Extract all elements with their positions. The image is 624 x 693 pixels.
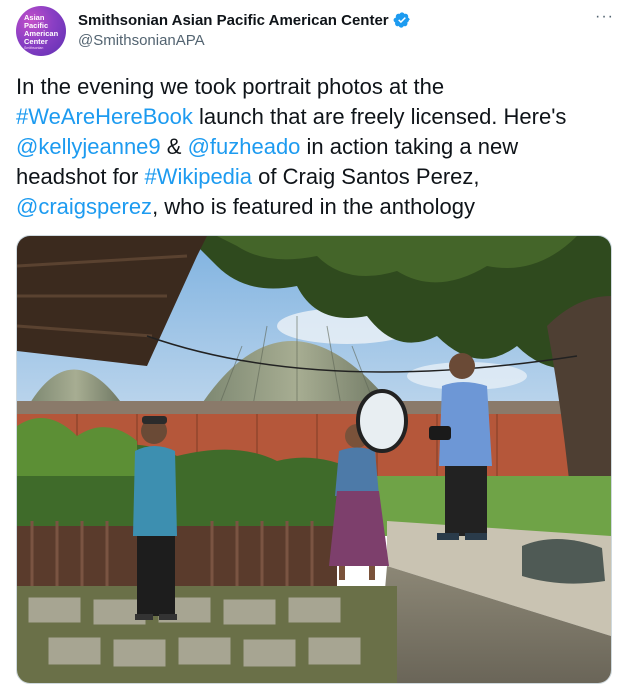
avatar-logo-subtext: Smithsonian [24, 46, 44, 50]
mention-link[interactable]: @craigsperez [16, 194, 152, 219]
tweet-header: Asian Pacific American Center Smithsonia… [16, 6, 614, 58]
mention-link[interactable]: @kellyjeanne9 [16, 134, 161, 159]
name-row: Smithsonian Asian Pacific American Cente… [78, 11, 411, 29]
tweet-photo[interactable] [16, 235, 612, 684]
tweet-text-segment: , who is featured in the anthology [152, 194, 475, 219]
tweet-text-segment: of Craig Santos Perez, [252, 164, 480, 189]
photo-illustration [17, 236, 611, 683]
mention-link[interactable]: @fuzheado [188, 134, 301, 159]
tweet-text: In the evening we took portrait photos a… [16, 72, 606, 222]
avatar-logo-text: Asian Pacific American Center [24, 13, 59, 46]
hashtag-link[interactable]: #WeAreHereBook [16, 104, 193, 129]
building-roof [17, 401, 611, 415]
display-name[interactable]: Smithsonian Asian Pacific American Cente… [78, 12, 389, 29]
avatar[interactable]: Asian Pacific American Center Smithsonia… [16, 6, 66, 56]
account-handle[interactable]: @SmithsonianAPA [78, 32, 205, 49]
reflector [356, 389, 408, 453]
tweet-text-segment: launch that are freely licensed. Here's [192, 104, 567, 129]
tweet-text-segment: In the evening we took portrait photos a… [16, 74, 445, 99]
backpack [522, 538, 605, 584]
verified-badge-icon [393, 12, 410, 28]
tweet-text-segment: & [160, 134, 188, 159]
hashtag-link[interactable]: #Wikipedia [144, 164, 252, 189]
more-options-icon[interactable]: ··· [595, 8, 614, 26]
fence [17, 526, 337, 586]
